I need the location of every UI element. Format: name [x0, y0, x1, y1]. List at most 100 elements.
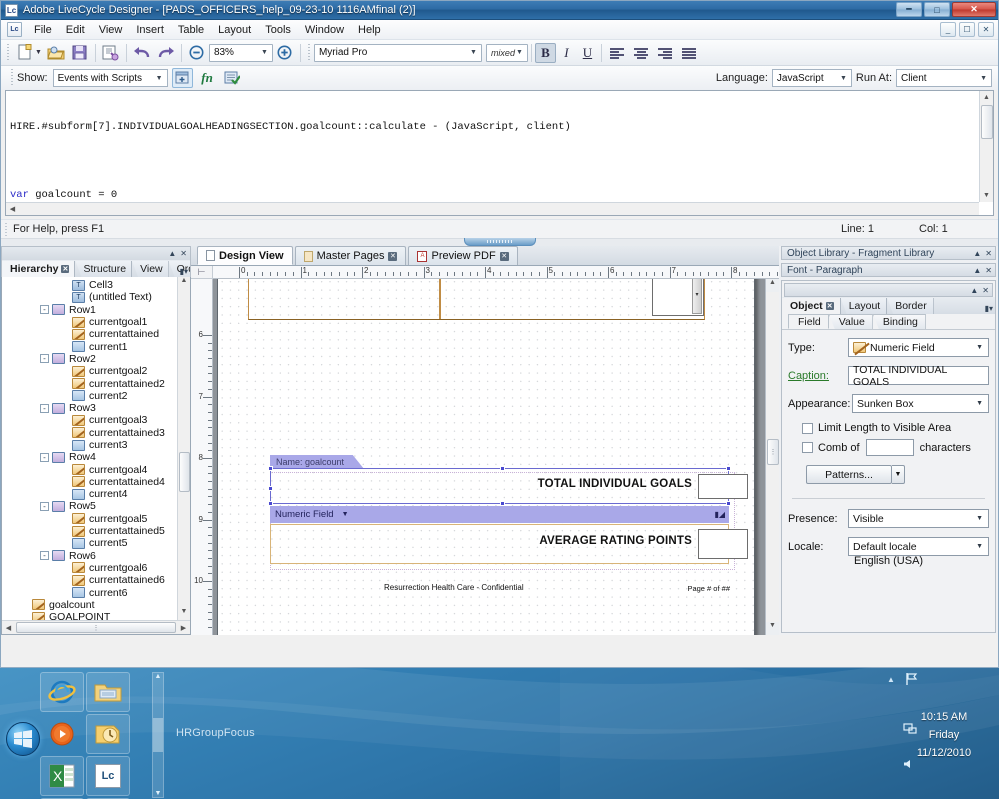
tree-node[interactable]: currentgoal1 — [2, 316, 177, 328]
patterns-dropdown-icon[interactable]: ▼ — [892, 465, 905, 484]
tree-node[interactable]: currentattained2 — [2, 377, 177, 390]
menu-edit[interactable]: Edit — [59, 22, 92, 38]
scroll-up-icon[interactable]: ▲ — [766, 279, 779, 292]
font-paragraph-bar[interactable]: Font - Paragraph ▲ ✕ — [781, 263, 996, 277]
tree-node[interactable]: - Row5 — [2, 500, 177, 512]
tab-overflow-icon[interactable]: ▮▾ — [985, 304, 993, 313]
scroll-thumb[interactable]: ⋮ — [767, 439, 779, 465]
tree-node[interactable]: current4 — [2, 488, 177, 500]
close-icon[interactable]: ✕ — [982, 286, 989, 295]
tree-expand-toggle[interactable]: - — [40, 501, 49, 511]
menu-tools[interactable]: Tools — [258, 22, 298, 38]
tree-node[interactable]: current5 — [2, 537, 177, 549]
subtab-field[interactable]: Field — [788, 314, 829, 329]
doc-minimize-button[interactable]: _ — [940, 22, 956, 37]
toolbar-grip[interactable] — [306, 43, 311, 62]
table-row[interactable]: ▾ — [248, 279, 705, 320]
tree-node[interactable]: GOALPOINT — [2, 611, 177, 620]
hierarchy-tree[interactable]: T Cell3 T (untitled Text) - Row1 currentgoal1 c… — [1, 277, 191, 635]
redo-icon[interactable] — [155, 42, 177, 63]
limit-length-checkbox[interactable] — [802, 422, 813, 434]
zoom-out-icon[interactable] — [186, 42, 208, 63]
spinner-icon[interactable]: ▾ — [692, 279, 702, 314]
vertical-ruler[interactable]: 67891011 — [191, 279, 213, 635]
menu-file[interactable]: File — [27, 22, 59, 38]
code-horizontal-scrollbar[interactable]: ◀ — [6, 202, 979, 215]
excel-icon[interactable]: X — [40, 756, 84, 796]
new-document-dropdown-icon[interactable]: ▼ — [35, 49, 42, 56]
close-button[interactable]: ✕ — [952, 2, 996, 17]
canvas-vertical-scrollbar[interactable]: ▲ ⋮ ▼ — [765, 279, 779, 635]
windows-explorer-icon[interactable] — [86, 672, 130, 712]
minimize-button[interactable]: ━ — [896, 2, 922, 17]
tab-close-icon[interactable]: ✕ — [61, 264, 70, 273]
livecycle-designer-icon[interactable]: Lc — [86, 756, 130, 796]
design-canvas[interactable]: ▾ ▾ ▾ ▾ — [213, 279, 779, 635]
tree-node[interactable]: currentattained — [2, 328, 177, 340]
ruler-corner-button[interactable]: ⊢ — [191, 266, 213, 279]
scroll-down-icon[interactable]: ▼ — [983, 189, 990, 202]
toolbar-grip[interactable] — [6, 43, 10, 62]
align-center-icon[interactable] — [630, 42, 652, 63]
outlook-icon[interactable] — [86, 714, 130, 754]
tab-preview-pdf[interactable]: A Preview PDF ✕ — [408, 246, 518, 265]
caption-input[interactable]: TOTAL INDIVIDUAL GOALS — [848, 364, 989, 388]
type-combo[interactable]: Numeric Field ▼ — [848, 338, 989, 357]
doc-close-button[interactable]: ✕ — [978, 22, 994, 37]
numeric-cell[interactable]: ▾ — [652, 279, 704, 316]
italic-button[interactable]: I — [556, 43, 577, 63]
scroll-down-icon[interactable]: ▼ — [155, 790, 162, 797]
hierarchy-vertical-scrollbar[interactable]: ▲ ▼ — [177, 277, 190, 620]
scroll-down-icon[interactable]: ▼ — [766, 622, 779, 635]
tree-node[interactable]: currentgoal3 — [2, 414, 177, 426]
scroll-thumb[interactable]: ⋮ — [16, 622, 176, 633]
menu-table[interactable]: Table — [171, 22, 211, 38]
chevron-down-icon[interactable]: ▼ — [342, 511, 349, 518]
scroll-thumb[interactable] — [179, 452, 190, 492]
tree-expand-toggle[interactable]: - — [40, 403, 49, 413]
tab-layout[interactable]: Layout — [840, 298, 888, 314]
tree-node[interactable]: currentgoal2 — [2, 365, 177, 377]
tree-node[interactable]: T Cell3 — [2, 279, 177, 291]
zoom-level-combo[interactable]: 83% ▼ — [208, 43, 273, 62]
tree-node[interactable]: currentgoal4 — [2, 463, 177, 476]
presence-combo[interactable]: Visible ▼ — [848, 509, 989, 528]
code-vertical-scrollbar[interactable]: ▲ ▼ — [979, 91, 993, 202]
tree-node[interactable]: current3 — [2, 439, 177, 451]
show-hidden-icons-icon[interactable]: ▲ — [887, 675, 895, 684]
menu-layout[interactable]: Layout — [211, 22, 258, 38]
close-icon[interactable]: ✕ — [985, 249, 992, 258]
tab-close-icon[interactable]: ✕ — [499, 251, 509, 261]
tree-node[interactable]: currentgoal6 — [2, 562, 177, 574]
tree-node[interactable]: current1 — [2, 340, 177, 353]
clock[interactable]: 10:15 AM Friday 11/12/2010 — [901, 708, 987, 762]
check-script-icon[interactable] — [222, 68, 243, 88]
tree-expand-toggle[interactable]: - — [40, 551, 49, 561]
tab-hierarchy[interactable]: Hierarchy ✕ — [2, 261, 76, 277]
zoom-in-icon[interactable] — [274, 42, 296, 63]
comb-of-input[interactable] — [865, 439, 914, 456]
undo-icon[interactable] — [131, 42, 153, 63]
subtab-binding[interactable]: Binding — [872, 314, 926, 329]
splitter-handle[interactable] — [463, 238, 536, 246]
locale-combo[interactable]: Default locale ▼ — [848, 537, 989, 556]
collapse-icon[interactable]: ▲ — [973, 266, 981, 275]
menu-help[interactable]: Help — [351, 22, 388, 38]
function-icon[interactable]: fn — [197, 68, 218, 88]
tab-structure[interactable]: Structure — [75, 261, 133, 277]
object-library-bar[interactable]: Object Library - Fragment Library ▲ ✕ — [781, 246, 996, 260]
font-size-combo[interactable]: mixed ▼ — [485, 43, 528, 62]
appearance-combo[interactable]: Sunken Box ▼ — [852, 394, 989, 413]
save-disk-icon[interactable] — [69, 42, 91, 63]
scroll-down-icon[interactable]: ▼ — [178, 608, 190, 620]
tree-expand-toggle[interactable]: - — [40, 305, 49, 315]
tab-object[interactable]: Object ✕ — [782, 298, 841, 314]
preview-icon[interactable] — [100, 42, 122, 63]
hierarchy-horizontal-scrollbar[interactable]: ◀ ⋮ ▶ — [2, 620, 190, 634]
scroll-thumb[interactable] — [153, 718, 163, 752]
doc-restore-button[interactable]: ☐ — [959, 22, 975, 37]
quick-launch-scrollbar[interactable]: ▲ ▼ — [152, 672, 164, 798]
comb-of-checkbox[interactable] — [802, 442, 813, 453]
tree-expand-toggle[interactable]: - — [40, 354, 49, 364]
horizontal-ruler[interactable]: 0 1 2 3 4 5 6 7 8 — [213, 266, 779, 279]
